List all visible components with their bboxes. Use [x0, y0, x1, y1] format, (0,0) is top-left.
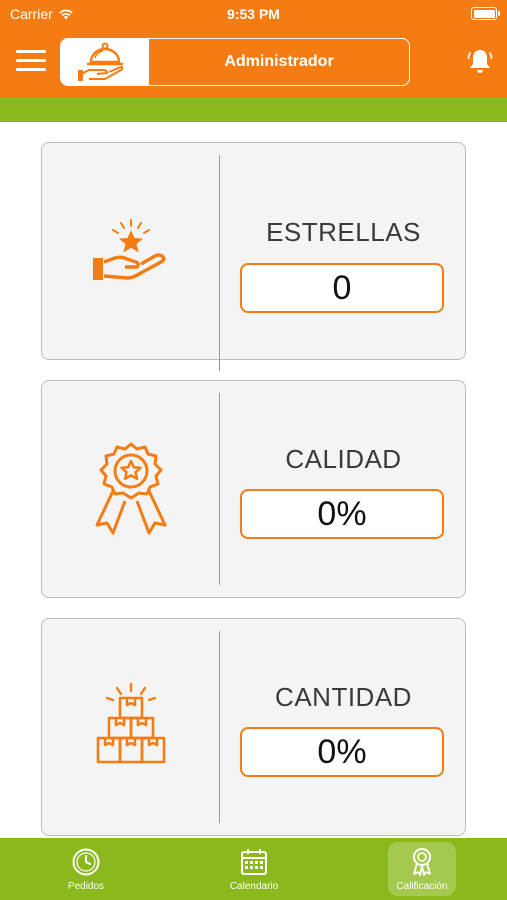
tab-bar: Pedidos Calendario Calificación [0, 838, 507, 900]
tab-pedidos-label: Pedidos [67, 880, 105, 892]
accent-strip [0, 98, 507, 122]
quantity-card: CANTIDAD 0% [41, 618, 466, 836]
bell-icon [467, 50, 493, 73]
hand-star-icon [92, 219, 165, 280]
tab-calendario[interactable]: Calendario [199, 842, 309, 896]
stars-value: 0 [240, 263, 444, 313]
stars-icon-wrap [42, 143, 219, 359]
quality-icon-wrap [42, 381, 219, 597]
hamburger-line [16, 68, 46, 71]
quality-value: 0% [240, 489, 444, 539]
award-ribbon-icon [95, 442, 166, 535]
tab-pedidos[interactable]: Pedidos [31, 842, 141, 896]
notifications-button[interactable] [467, 47, 493, 75]
quality-card: CALIDAD 0% [41, 380, 466, 598]
quality-label: CALIDAD [285, 444, 402, 474]
battery-icon [471, 7, 500, 20]
card-divider [219, 393, 220, 585]
app-header: Administrador [0, 28, 507, 98]
status-time: 9:53 PM [227, 6, 280, 22]
rosette-icon [413, 847, 431, 876]
calendar-icon [241, 848, 267, 875]
tab-calificacion[interactable]: Calificación [388, 842, 456, 896]
hamburger-line [16, 50, 46, 53]
serving-platter-icon [78, 42, 124, 81]
tab-calendario-label: Calendario [229, 880, 279, 892]
stars-label: ESTRELLAS [266, 217, 421, 247]
stars-card: ESTRELLAS 0 [41, 142, 466, 371]
status-bar: Carrier 9:53 PM [0, 0, 507, 28]
clock-icon [72, 848, 100, 875]
menu-button[interactable] [16, 50, 46, 74]
quantity-label: CANTIDAD [275, 682, 412, 712]
page-title: Administrador [224, 53, 334, 70]
card-divider [219, 631, 220, 823]
stacked-boxes-icon [96, 682, 165, 764]
tab-calificacion-label: Calificación [396, 880, 448, 892]
card-divider [219, 155, 220, 371]
quantity-value: 0% [240, 727, 444, 777]
app-logo [61, 39, 149, 85]
title-box: Administrador [60, 38, 410, 86]
quantity-icon-wrap [42, 619, 219, 835]
hamburger-line [16, 59, 46, 62]
